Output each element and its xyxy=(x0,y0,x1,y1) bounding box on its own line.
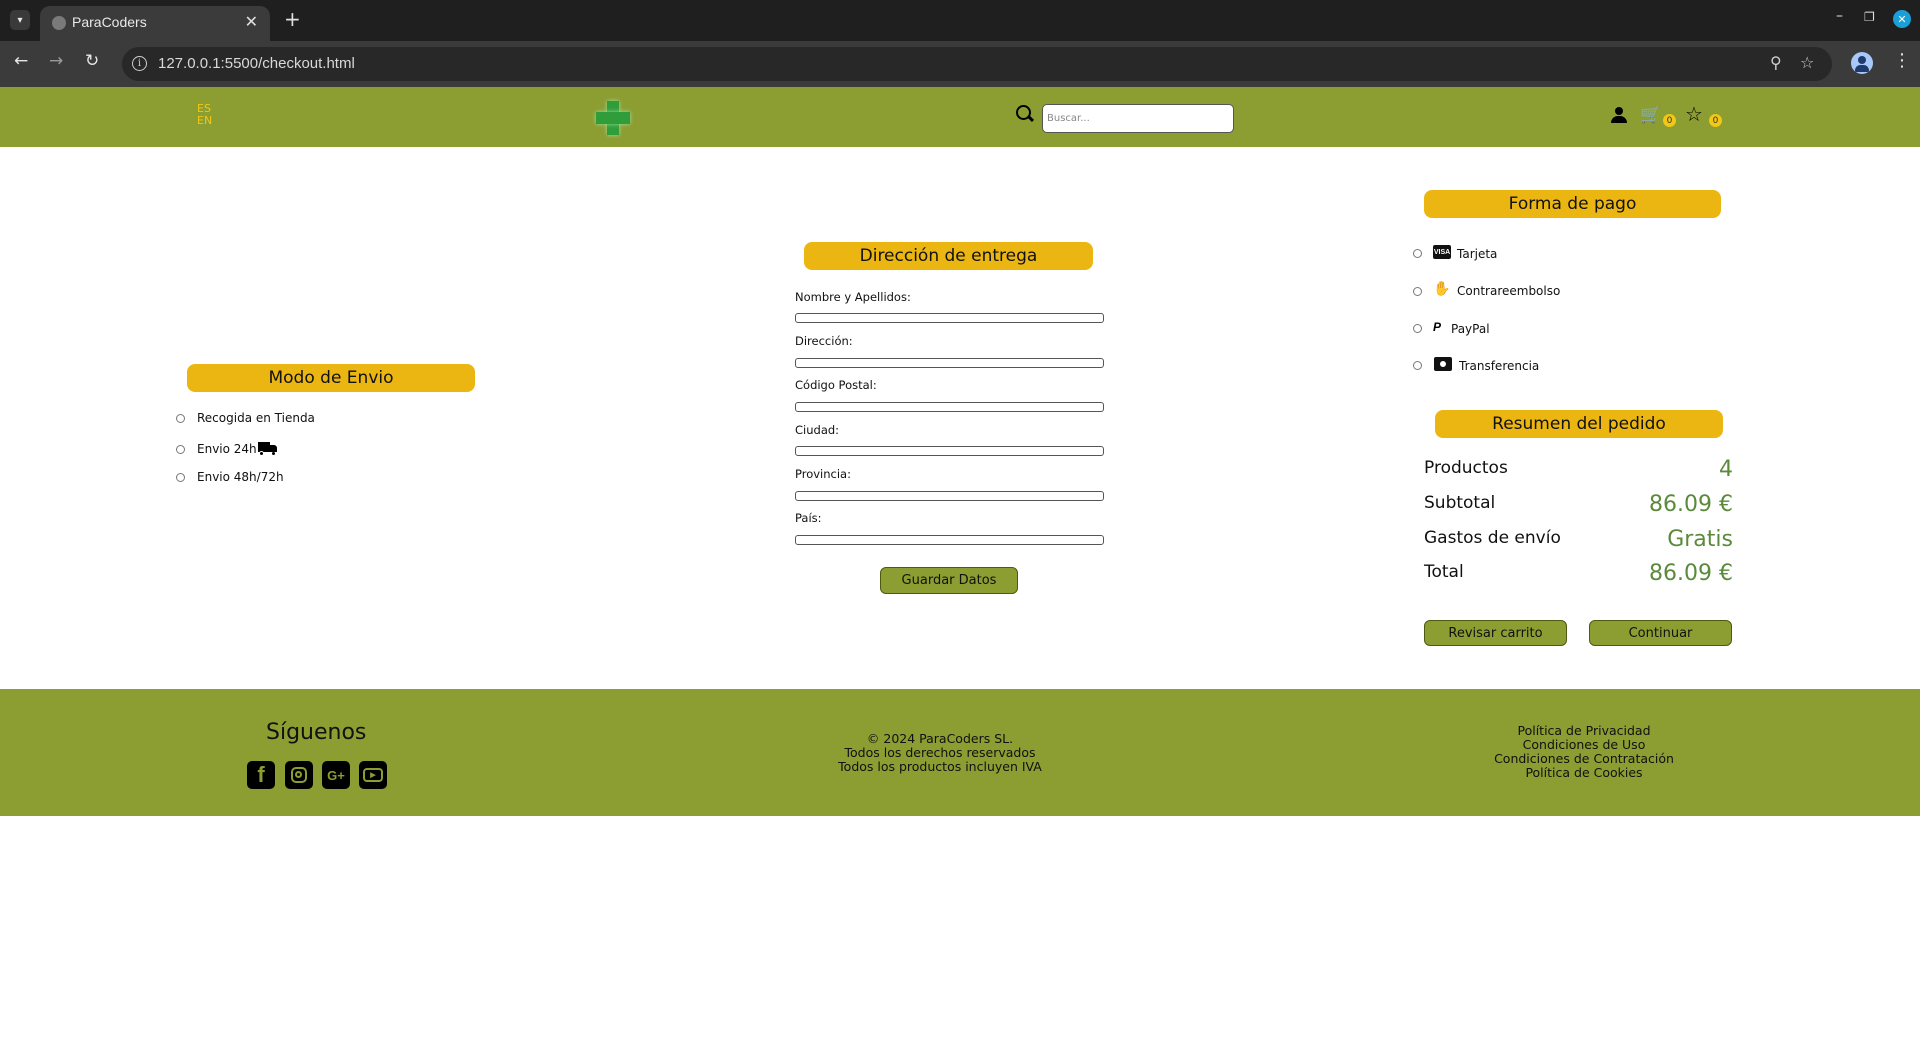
privacy-policy-link[interactable]: Política de Privacidad xyxy=(1434,724,1734,738)
shipping-radio-store[interactable] xyxy=(176,414,185,423)
city-field[interactable] xyxy=(795,446,1104,456)
footer-info: © 2024 ParaCoders SL. Todos los derechos… xyxy=(760,732,1120,774)
payment-option-label: Tarjeta xyxy=(1457,247,1498,261)
pharmacy-cross-logo[interactable] xyxy=(594,99,632,137)
payment-radio-cod[interactable] xyxy=(1413,287,1422,296)
address-title: Dirección de entrega xyxy=(804,242,1093,270)
google-plus-icon[interactable]: G+ xyxy=(322,761,350,789)
postal-code-label: Código Postal: xyxy=(795,378,877,392)
back-icon[interactable]: ← xyxy=(14,51,28,71)
browser-toolbar: ← → ↻ i 127.0.0.1:5500/checkout.html ⚲ ☆… xyxy=(0,41,1920,87)
terms-of-use-link[interactable]: Condiciones de Uso xyxy=(1434,738,1734,752)
minimize-icon[interactable]: – xyxy=(1836,8,1843,24)
money-transfer-icon xyxy=(1434,357,1452,371)
summary-value: Gratis xyxy=(1667,527,1733,552)
cart-count-badge: 0 xyxy=(1663,114,1676,127)
browser-tab-bar: ▾ ParaCoders ✕ + – ❐ ✕ xyxy=(0,0,1920,41)
forward-icon[interactable]: → xyxy=(49,51,63,71)
copyright-text: © 2024 ParaCoders SL. xyxy=(866,731,1014,746)
shipping-option-label: Envio 48h/72h xyxy=(197,470,284,484)
payment-radio-card[interactable] xyxy=(1413,249,1422,258)
close-tab-icon[interactable]: ✕ xyxy=(245,12,258,31)
reload-icon[interactable]: ↻ xyxy=(85,51,99,71)
lang-en-link[interactable]: EN xyxy=(197,115,212,127)
cookie-policy-link[interactable]: Política de Cookies xyxy=(1434,766,1734,780)
shipping-title: Modo de Envio xyxy=(187,364,475,392)
review-cart-button[interactable]: Revisar carrito xyxy=(1424,620,1567,646)
tab-search-icon[interactable]: ▾ xyxy=(10,10,30,30)
new-tab-icon[interactable]: + xyxy=(284,7,301,31)
summary-label: Total xyxy=(1424,562,1464,582)
instagram-frame xyxy=(291,767,307,783)
coin-shape xyxy=(1440,361,1446,367)
country-label: País: xyxy=(795,511,822,525)
shipping-option-label: Recogida en Tienda xyxy=(197,411,315,425)
contract-terms-link[interactable]: Condiciones de Contratación xyxy=(1434,752,1734,766)
shipping-radio-24h[interactable] xyxy=(176,445,185,454)
instagram-icon[interactable] xyxy=(285,761,313,789)
instagram-lens xyxy=(295,771,302,778)
truck-wheel xyxy=(259,451,264,456)
summary-value: 86.09 € xyxy=(1649,561,1733,586)
search-input[interactable] xyxy=(1042,104,1234,133)
globe-icon xyxy=(52,16,66,30)
paypal-icon: P xyxy=(1433,320,1442,334)
city-label: Ciudad: xyxy=(795,423,840,437)
continue-button[interactable]: Continuar xyxy=(1589,620,1732,646)
favorites-count-badge: 0 xyxy=(1709,114,1722,127)
youtube-play-shape: ▶ xyxy=(363,768,383,782)
summary-value: 86.09 € xyxy=(1649,492,1733,517)
province-field[interactable] xyxy=(795,491,1104,501)
cart-icon[interactable]: 🛒 xyxy=(1640,105,1661,125)
shipping-radio-48h[interactable] xyxy=(176,473,185,482)
name-label: Nombre y Apellidos: xyxy=(795,290,911,304)
shipping-option-label: Envio 24h xyxy=(197,442,257,456)
payment-radio-transfer[interactable] xyxy=(1413,361,1422,370)
bookmark-star-icon[interactable]: ☆ xyxy=(1800,53,1814,72)
order-summary-title: Resumen del pedido xyxy=(1435,410,1723,438)
payment-title: Forma de pago xyxy=(1424,190,1721,218)
favorites-star-icon[interactable]: ☆ xyxy=(1685,102,1703,126)
summary-label: Productos xyxy=(1424,458,1508,478)
url-text[interactable]: 127.0.0.1:5500/checkout.html xyxy=(158,55,355,72)
facebook-icon[interactable]: f xyxy=(247,761,275,789)
summary-value: 4 xyxy=(1719,457,1733,482)
user-icon[interactable] xyxy=(1611,107,1627,123)
save-data-button[interactable]: Guardar Datos xyxy=(880,567,1018,594)
postal-code-field[interactable] xyxy=(795,402,1104,412)
site-info-icon[interactable]: i xyxy=(132,56,147,71)
visa-card-icon: VISA xyxy=(1433,245,1451,259)
language-switcher: ES EN xyxy=(197,103,212,127)
address-label: Dirección: xyxy=(795,334,853,348)
profile-avatar-icon[interactable] xyxy=(1851,52,1873,74)
rights-text: Todos los derechos reservados xyxy=(844,745,1036,760)
payment-radio-paypal[interactable] xyxy=(1413,324,1422,333)
summary-label: Gastos de envío xyxy=(1424,528,1561,548)
address-field[interactable] xyxy=(795,358,1104,368)
site-footer: Síguenos f G+ ▶ © 2024 ParaCoders SL. To… xyxy=(0,689,1920,816)
browser-tab[interactable]: ParaCoders ✕ xyxy=(40,6,270,41)
name-field[interactable] xyxy=(795,313,1104,323)
browser-menu-icon[interactable]: ⋮ xyxy=(1893,50,1911,71)
summary-label: Subtotal xyxy=(1424,493,1496,513)
payment-option-label: PayPal xyxy=(1451,322,1490,336)
vat-text: Todos los productos incluyen IVA xyxy=(838,759,1042,774)
payment-option-label: Transferencia xyxy=(1459,359,1540,373)
zoom-icon[interactable]: ⚲ xyxy=(1770,53,1782,72)
province-label: Provincia: xyxy=(795,467,851,481)
delivery-truck-icon xyxy=(258,442,278,456)
site-header: ES EN 🛒 0 ☆ 0 xyxy=(0,87,1920,147)
youtube-icon[interactable]: ▶ xyxy=(359,761,387,789)
country-field[interactable] xyxy=(795,535,1104,545)
restore-icon[interactable]: ❐ xyxy=(1864,10,1875,24)
tab-title: ParaCoders xyxy=(72,14,147,30)
payment-option-label: Contrareembolso xyxy=(1457,284,1561,298)
truck-wheel xyxy=(271,451,276,456)
footer-links: Política de Privacidad Condiciones de Us… xyxy=(1434,724,1734,780)
address-bar[interactable]: i 127.0.0.1:5500/checkout.html ⚲ ☆ xyxy=(122,47,1832,81)
window-close-icon[interactable]: ✕ xyxy=(1893,10,1911,28)
search-icon[interactable] xyxy=(1016,105,1034,123)
follow-us-title: Síguenos xyxy=(266,720,367,745)
hand-money-icon: ✋ xyxy=(1433,281,1451,297)
